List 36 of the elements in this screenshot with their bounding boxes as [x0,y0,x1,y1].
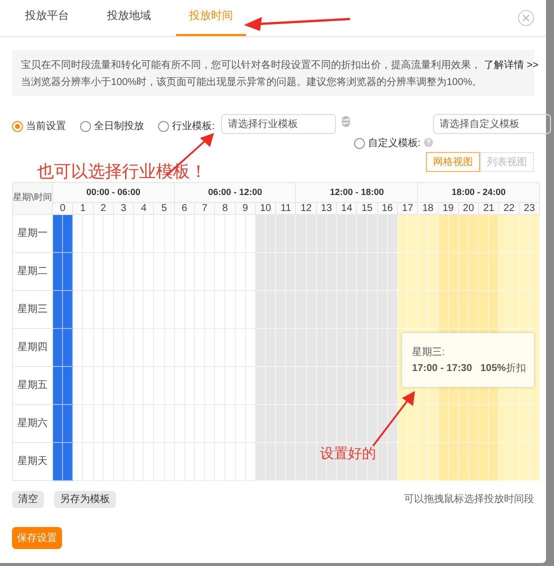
table-header: 星期\时间 [13,183,53,215]
table-header: 23 [520,203,540,215]
table-header: 8 [215,203,236,215]
table-header: 2 [94,203,114,215]
table-header: 5 [154,203,175,215]
table-header: 12 [296,203,317,215]
hint-text: 可以拖拽鼠标选择投放时间段 [404,492,534,507]
table-header: 10 [256,203,276,215]
table-header: 19 [438,203,459,215]
table-header: 15 [357,203,378,215]
notice-text: 宝贝在不同时段流量和转化可能有所不同，您可以针对各时段设置不同的折扣出价，提高流量利用效果， [21,58,481,73]
table-header: 18:00 - 24:00 [418,183,540,203]
table-header: 06:00 - 12:00 [174,183,296,203]
annotation-text: 也可以选择行业模板！ [37,163,207,180]
table-header: 20 [458,203,480,215]
table-header: 14 [337,203,358,215]
table-header: 9 [236,203,256,215]
tooltip-title: 星期三: [412,346,445,360]
table-header: 7 [195,203,216,215]
table-header: 3 [114,203,134,215]
table-header: 21 [479,203,500,215]
table-header: 1 [73,203,94,215]
table-header: 22 [499,203,520,215]
table-header: 0 [53,203,74,215]
annotation-text: 设置好的 [320,446,376,460]
table-header: 12:00 - 18:00 [296,183,418,203]
table-header: 00:00 - 06:00 [53,183,175,203]
table-header: 17 [398,203,418,215]
table-header: 16 [378,203,398,215]
table-header: 4 [134,203,154,215]
table-header: 13 [316,203,338,215]
notice-text: 当浏览器分辨率小于100%时，该页面可能出现显示异常的问题。建议您将浏览器的分辨率调整为100%。 [21,76,484,90]
table-header: 18 [418,203,439,215]
table-header: 11 [276,203,296,215]
table-header: 6 [174,203,196,215]
tooltip-text: 17:00 - 17:30 105%折扣 [412,362,526,376]
